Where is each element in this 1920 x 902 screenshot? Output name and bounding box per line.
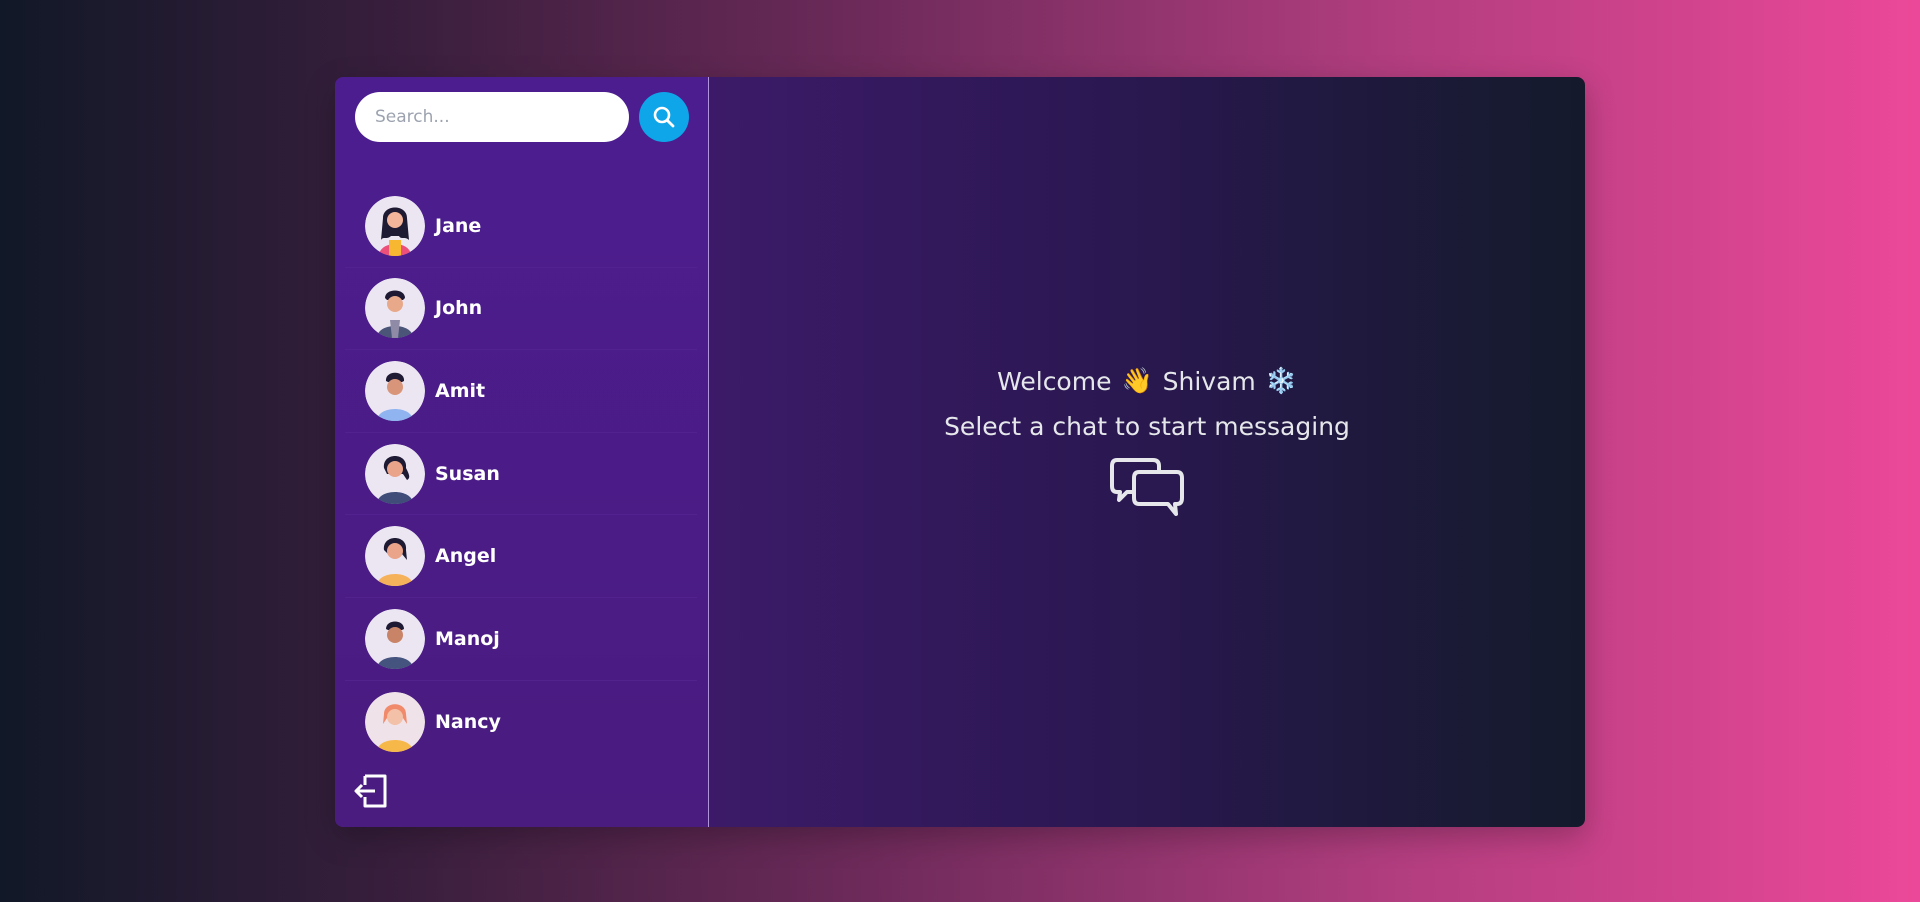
contact-item-angel[interactable]: Angel: [345, 515, 697, 598]
select-chat-prompt: Select a chat to start messaging: [944, 412, 1350, 441]
contact-list: Jane John Amit Susan Angel Manoj Nancy: [345, 185, 697, 763]
chat-app-window: Jane John: [335, 77, 1585, 827]
contact-name: Angel: [435, 545, 497, 568]
avatar: [365, 195, 425, 256]
search-button[interactable]: [639, 92, 689, 142]
search-bar: [355, 92, 689, 142]
search-icon: [653, 106, 675, 128]
contact-name: Susan: [435, 462, 500, 485]
chat-placeholder-area: Welcome 👋 Shivam ❄️ Select a chat to sta…: [709, 77, 1585, 827]
avatar: [365, 443, 425, 504]
welcome-heading: Welcome 👋 Shivam ❄️: [997, 366, 1297, 396]
avatar: [365, 526, 425, 587]
logout-icon: [354, 774, 387, 808]
contact-item-john[interactable]: John: [345, 268, 697, 351]
welcome-text: Welcome: [997, 366, 1112, 396]
search-input[interactable]: [355, 92, 629, 142]
wave-emoji-icon: 👋: [1121, 366, 1153, 395]
user-name: Shivam: [1162, 366, 1256, 396]
contact-item-amit[interactable]: Amit: [345, 350, 697, 433]
avatar: [365, 691, 425, 752]
contact-item-susan[interactable]: Susan: [345, 433, 697, 516]
contact-name: John: [435, 297, 483, 320]
sidebar: Jane John: [335, 77, 709, 827]
contact-item-jane[interactable]: Jane: [345, 185, 697, 268]
avatar: [365, 360, 425, 421]
contact-name: Jane: [435, 214, 482, 237]
avatar: [365, 608, 425, 669]
contact-name: Nancy: [435, 710, 501, 733]
contact-name: Amit: [435, 379, 486, 402]
chat-bubbles-icon: [1109, 457, 1185, 521]
logout-button[interactable]: [353, 774, 389, 808]
avatar: [365, 278, 425, 339]
contact-name: Manoj: [435, 627, 500, 650]
snowflake-emoji-icon: ❄️: [1265, 366, 1297, 395]
contact-item-manoj[interactable]: Manoj: [345, 598, 697, 681]
contact-item-nancy[interactable]: Nancy: [345, 681, 697, 764]
